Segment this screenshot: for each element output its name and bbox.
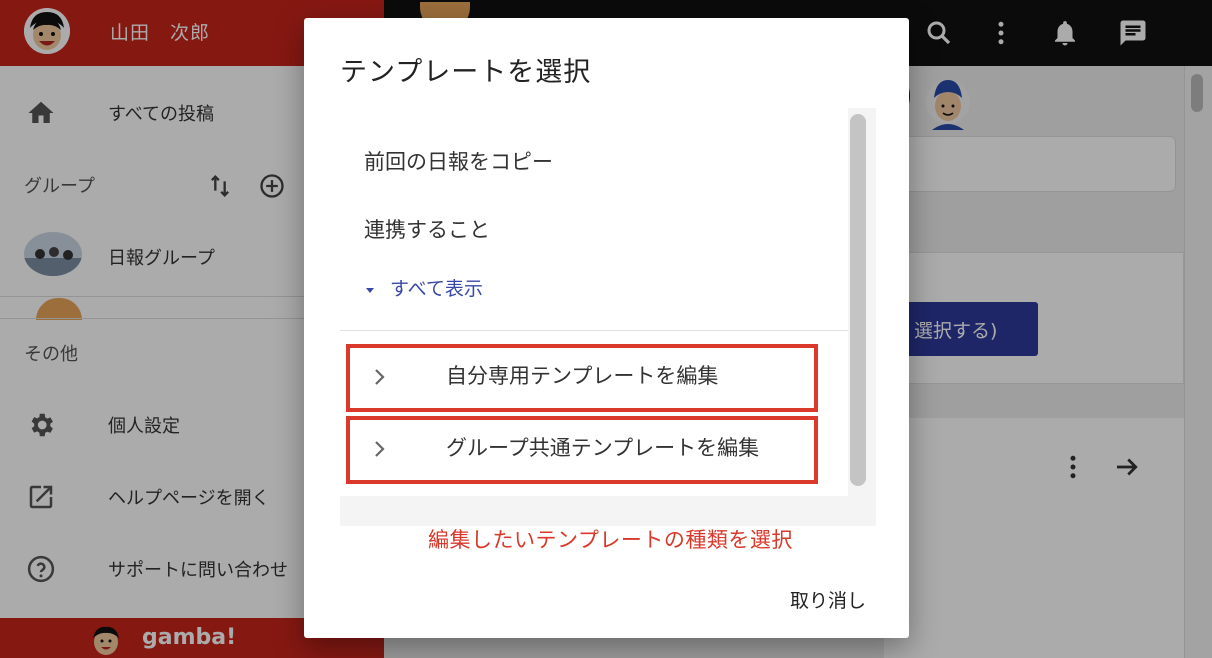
template-list-panel: 前回の日報をコピー 連携すること すべて表示 自分専用テンプレートを編集 グルー… [340, 108, 848, 496]
chevron-right-icon [368, 434, 392, 464]
annotation-note: 編集したいテンプレートの種類を選択 [428, 528, 793, 552]
edit-group-template-row[interactable]: グループ共通テンプレートを編集 [346, 416, 818, 484]
edit-own-template-label: 自分専用テンプレートを編集 [446, 364, 719, 388]
list-divider [340, 330, 848, 331]
triangle-down-icon [364, 284, 376, 296]
cancel-button[interactable]: 取り消し [790, 586, 866, 613]
edit-own-template-row[interactable]: 自分専用テンプレートを編集 [346, 344, 818, 412]
chevron-right-icon [368, 362, 392, 392]
template-item[interactable]: 前回の日報をコピー [364, 146, 553, 176]
template-select-dialog: テンプレートを選択 前回の日報をコピー 連携すること すべて表示 自分専用テンプ… [304, 18, 909, 638]
dialog-title: テンプレートを選択 [340, 57, 592, 88]
template-item[interactable]: 連携すること [364, 214, 490, 244]
edit-group-template-label: グループ共通テンプレートを編集 [446, 436, 760, 460]
template-list: 前回の日報をコピー 連携すること すべて表示 自分専用テンプレートを編集 グルー… [340, 108, 876, 526]
show-all-label: すべて表示 [390, 278, 483, 300]
template-list-scrollbar[interactable] [850, 114, 866, 486]
show-all-link[interactable]: すべて表示 [364, 274, 483, 301]
